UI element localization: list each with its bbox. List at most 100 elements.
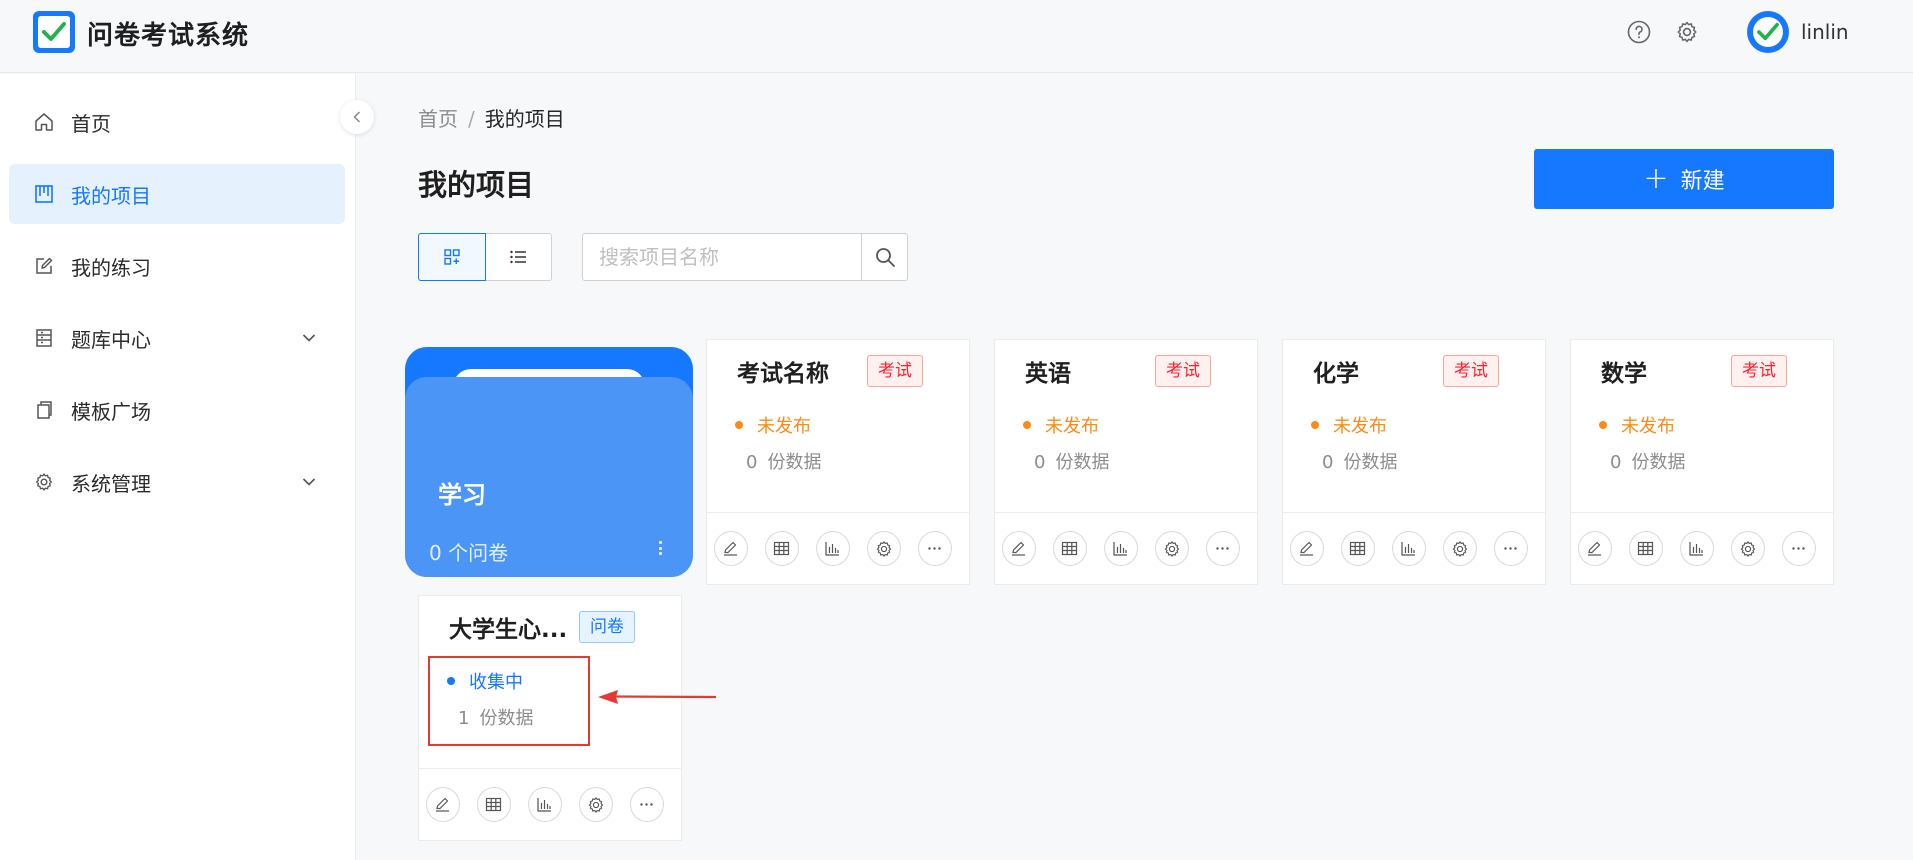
sidebar-item-my-projects[interactable]: 我的项目 [9,164,345,224]
card-actions [1571,512,1833,584]
list-icon [510,250,527,264]
table-icon[interactable] [1053,531,1087,566]
more-icon[interactable] [1782,531,1816,566]
project-data-count: 0 份数据 [1322,448,1397,474]
more-icon[interactable] [630,787,664,822]
project-count-label: 份数据 [1055,452,1110,473]
breadcrumb-home[interactable]: 首页 [418,107,458,131]
edit-icon[interactable] [1290,531,1324,566]
view-toggle [418,233,552,281]
gear-icon[interactable] [579,787,613,822]
project-count-number: 0 [1034,452,1046,473]
list-view-button[interactable] [486,234,552,280]
sidebar-collapse-button[interactable] [340,100,374,134]
sidebar-item-system-admin[interactable]: 系统管理 [9,452,345,512]
project-status: 未发布 [735,412,811,438]
edit-icon[interactable] [1002,531,1036,566]
new-project-button[interactable]: + 新建 [1534,149,1834,209]
sidebar-item-question-bank[interactable]: 题库中心 [9,308,345,368]
edit-icon[interactable] [426,787,460,822]
table-icon[interactable] [477,787,511,822]
edit-icon[interactable] [1578,531,1612,566]
project-card[interactable]: 化学 考试 未发布 0 份数据 [1282,339,1546,585]
project-count-number: 0 [1322,452,1334,473]
status-dot [1311,421,1319,429]
gear-icon[interactable] [867,531,901,566]
project-title: 化学 [1313,361,1359,387]
gear-icon[interactable] [1674,19,1700,45]
project-count-label: 份数据 [767,452,822,473]
question-circle-icon[interactable] [1626,19,1652,45]
project-card[interactable]: 考试名称 考试 未发布 0 份数据 [706,339,970,585]
project-data-count: 0 份数据 [1610,448,1685,474]
folder-name: 学习 [438,481,486,509]
breadcrumb: 首页 / 我的项目 [418,103,565,132]
project-count-number: 0 [1610,452,1622,473]
sidebar-item-label: 首页 [71,111,111,136]
project-data-count: 0 份数据 [1034,448,1109,474]
table-icon[interactable] [1341,531,1375,566]
sidebar: 首页 我的项目 我的练习 题库中心 模板广场 系统管理 [0,74,356,860]
copy-icon [33,399,55,421]
project-status-label: 未发布 [1333,416,1387,437]
edit-icon [33,255,55,277]
plus-icon: + [1643,161,1669,196]
chart-icon[interactable] [1392,531,1426,566]
more-icon[interactable] [918,531,952,566]
table-icon[interactable] [765,531,799,566]
chart-icon[interactable] [816,531,850,566]
chevron-left-icon [353,111,361,123]
project-card[interactable]: 数学 考试 未发布 0 份数据 [1570,339,1834,585]
logo-icon [33,11,75,53]
more-icon[interactable] [1206,531,1240,566]
more-icon[interactable] [1494,531,1528,566]
grid-icon [444,249,460,265]
chevron-down-icon [299,328,319,348]
folder-card[interactable]: 学习 0 个问卷 [405,347,693,577]
sidebar-item-label: 题库中心 [71,327,151,352]
sidebar-item-label: 我的练习 [71,255,151,280]
sidebar-item-label: 我的项目 [71,183,151,208]
avatar[interactable] [1747,11,1789,53]
search-box [582,233,908,281]
sidebar-item-my-practice[interactable]: 我的练习 [9,236,345,296]
table-icon[interactable] [1629,531,1663,566]
project-status: 未发布 [1311,412,1387,438]
search-icon [875,248,895,267]
project-type-tag: 考试 [1731,355,1787,387]
edit-icon[interactable] [714,531,748,566]
project-type-tag: 问卷 [579,611,635,643]
project-type-tag: 考试 [1155,355,1211,387]
project-type-tag: 考试 [1443,355,1499,387]
grid-view-button[interactable] [418,233,486,281]
chart-icon[interactable] [1104,531,1138,566]
gear-icon[interactable] [1155,531,1189,566]
card-actions [995,512,1257,584]
sidebar-item-label: 系统管理 [71,471,151,496]
project-count-label: 份数据 [1343,452,1398,473]
sidebar-item-template-square[interactable]: 模板广场 [9,380,345,440]
sidebar-item-home[interactable]: 首页 [9,92,345,152]
new-button-label: 新建 [1680,169,1725,194]
chart-icon[interactable] [1680,531,1714,566]
folder-count: 0 个问卷 [429,541,509,565]
search-button[interactable] [861,234,907,280]
chart-icon[interactable] [528,787,562,822]
annotation-highlight-box [428,656,590,746]
project-data-count: 0 份数据 [746,448,821,474]
project-card[interactable]: 英语 考试 未发布 0 份数据 [994,339,1258,585]
project-status-label: 未发布 [1045,416,1099,437]
card-actions [1283,512,1545,584]
gear-icon[interactable] [1731,531,1765,566]
project-title: 英语 [1025,361,1071,387]
top-header: 问卷考试系统 linlin [0,0,1913,73]
page-title: 我的项目 [418,168,535,202]
gear-icon[interactable] [1443,531,1477,566]
username[interactable]: linlin [1801,20,1849,44]
project-status-label: 未发布 [757,416,811,437]
sidebar-item-label: 模板广场 [71,399,151,424]
gear-icon [33,471,55,493]
search-input[interactable] [583,234,861,280]
project-title: 数学 [1601,361,1647,387]
more-vertical-icon[interactable] [655,537,665,559]
